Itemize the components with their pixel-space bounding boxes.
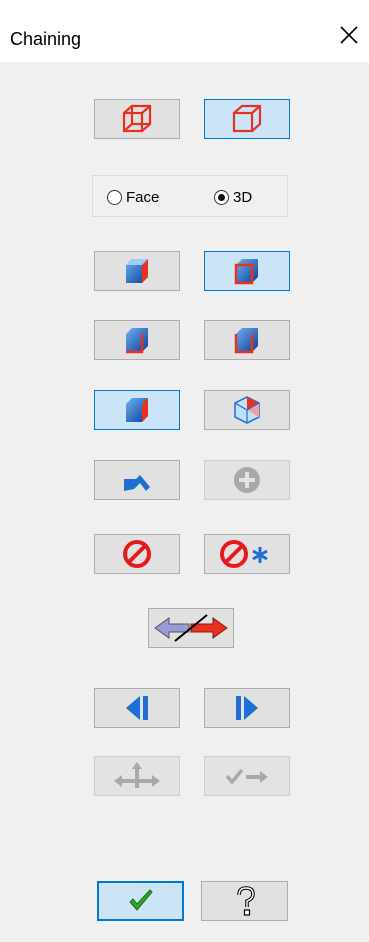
previous-icon [126,696,148,720]
selection-mode-group: Face 3D [92,175,288,217]
next-button[interactable] [204,688,290,728]
undo-arrow-icon [124,475,150,491]
vertex-select-icon [234,396,260,424]
solid-mode-button[interactable] [204,99,290,139]
move-button[interactable] [94,756,180,796]
add-button[interactable] [204,460,290,500]
edge-chain-icon [126,328,148,354]
face-loop-button[interactable] [204,251,290,291]
solid-body-button[interactable] [94,251,180,291]
close-icon [340,26,358,44]
move-icon [114,762,160,788]
help-icon [236,886,255,916]
face-radio-circle [107,189,122,205]
3d-radio[interactable]: 3D [214,188,252,206]
cancel-icon [123,540,151,568]
ok-button[interactable] [97,881,184,921]
reverse-direction-icon [154,614,228,642]
ok-check-icon [128,889,153,911]
window-title: Chaining [10,29,82,49]
previous-button[interactable] [94,688,180,728]
3d-radio-circle [214,189,229,205]
3d-radio-label: 3D [233,188,253,206]
cancel-all-button[interactable] [204,534,290,574]
face-loop-icon [234,259,258,285]
title-bar: Chaining [0,0,369,62]
next-icon [236,696,258,720]
edge-chain-button[interactable] [94,320,180,360]
reverse-direction-button[interactable] [148,608,234,648]
cancel-button[interactable] [94,534,180,574]
close-button[interactable] [336,22,362,48]
wireframe-mode-button[interactable] [94,99,180,139]
end-chain-button[interactable] [204,756,290,796]
solid-body-icon [126,259,148,283]
add-icon [234,467,260,493]
help-button[interactable] [201,881,288,921]
cancel-all-icon [220,540,268,568]
face-radio[interactable]: Face [107,188,159,206]
vertex-select-button[interactable] [204,390,290,430]
face-radio-label: Face [126,188,160,206]
face-select-icon [126,398,148,422]
wireframe-cube-icon [122,104,152,133]
undo-button[interactable] [94,460,180,500]
loop-chain-icon [234,328,258,354]
solid-cube-icon [232,104,262,133]
face-select-button[interactable] [94,390,180,430]
end-chain-icon [225,768,268,785]
loop-chain-button[interactable] [204,320,290,360]
